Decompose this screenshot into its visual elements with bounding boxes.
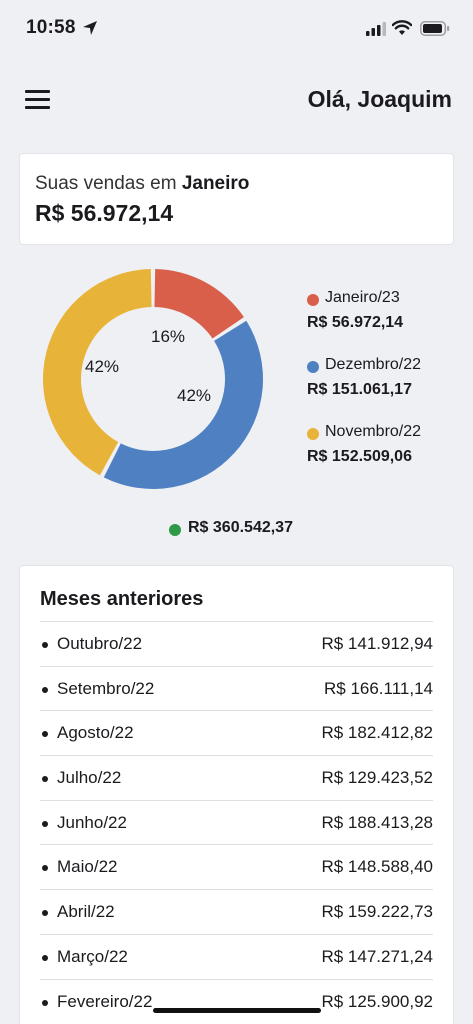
previous-months-list: Outubro/22 R$ 141.912,94 Setembro/22 R$ 166… (40, 621, 433, 1023)
month-value: R$ 188.413,28 (321, 812, 433, 832)
status-bar: 10:58 (0, 0, 473, 60)
legend-dot (307, 428, 319, 440)
legend-value: R$ 152.509,06 (307, 448, 412, 465)
month-row[interactable]: Fevereiro/22 R$ 125.900,92 (40, 978, 433, 1024)
sales-caption-month: Janeiro (181, 173, 250, 194)
legend-label: Dezembro/22 (325, 356, 422, 373)
month-name: Junho/22 (57, 812, 127, 832)
month-row[interactable]: Março/22 R$ 147.271,24 (40, 933, 433, 979)
month-value: R$ 166.111,14 (323, 678, 433, 698)
home-indicator[interactable] (153, 1008, 321, 1013)
current-sales-card: Suas vendas em Janeiro R$ 56.972,14 (20, 154, 453, 244)
sales-caption-prefix: Suas vendas em (35, 173, 182, 194)
sales-total: R$ 56.972,14 (35, 200, 174, 226)
month-name: Fevereiro/22 (57, 991, 153, 1011)
bullet-icon (42, 910, 48, 917)
month-row[interactable]: Abril/22 R$ 159.222,73 (40, 889, 433, 934)
month-value: R$ 129.423,52 (321, 768, 433, 788)
greeting-title: Olá, Joaquim (307, 86, 452, 112)
bullet-icon (42, 686, 48, 693)
month-name: Agosto/22 (57, 723, 134, 743)
bullet-icon (42, 776, 48, 783)
month-value: R$ 182.412,82 (321, 723, 433, 743)
month-value: R$ 141.912,94 (321, 634, 433, 653)
signal-icon (366, 22, 386, 36)
month-name: Outubro/22 (57, 634, 143, 653)
legend-value: R$ 151.061,17 (307, 381, 412, 398)
slice-percent-label: 16% (151, 327, 185, 346)
month-row[interactable]: Julho/22 R$ 129.423,52 (40, 755, 433, 800)
month-value: R$ 125.900,92 (321, 991, 433, 1011)
sales-caption: Suas vendas em Janeiro (35, 173, 249, 195)
bullet-icon (42, 999, 48, 1006)
month-name: Março/22 (57, 946, 128, 966)
total-value: R$ 360.542,37 (188, 519, 293, 536)
previous-months-card: Meses anteriores Outubro/22 R$ 141.912,94… (20, 566, 453, 1024)
sales-donut-chart: 16% 42% 42% (43, 269, 263, 489)
total-dot (169, 524, 181, 536)
legend-dot (307, 361, 319, 373)
bullet-icon (42, 731, 48, 738)
bullet-icon (42, 642, 48, 648)
month-value: R$ 147.271,24 (321, 946, 433, 966)
hamburger-menu-icon[interactable] (25, 89, 51, 111)
month-row[interactable]: Agosto/22 R$ 182.412,82 (40, 710, 433, 755)
legend-dot (307, 294, 319, 306)
month-row[interactable]: Setembro/22 R$ 166.111,14 (40, 665, 433, 711)
legend-label: Novembro/22 (325, 423, 422, 440)
wifi-icon (392, 20, 412, 35)
bullet-icon (42, 954, 48, 961)
month-name: Maio/22 (57, 857, 118, 877)
month-row[interactable]: Maio/22 R$ 148.588,40 (40, 844, 433, 889)
month-name: Abril/22 (57, 902, 115, 922)
month-row[interactable]: Junho/22 R$ 188.413,28 (40, 799, 433, 845)
slice-percent-label: 42% (85, 357, 119, 376)
legend-label: Janeiro/23 (325, 289, 400, 306)
month-value: R$ 159.222,73 (321, 902, 433, 922)
month-row[interactable]: Outubro/22 R$ 141.912,94 (40, 621, 433, 666)
previous-months-title: Meses anteriores (40, 588, 204, 610)
month-name: Julho/22 (57, 768, 122, 788)
month-name: Setembro/22 (57, 678, 155, 698)
bullet-icon (42, 820, 48, 827)
status-time: 10:58 (26, 17, 76, 38)
bullet-icon (42, 865, 48, 872)
legend-value: R$ 56.972,14 (307, 314, 404, 331)
slice-percent-label: 42% (177, 386, 211, 405)
battery-icon (420, 21, 450, 36)
month-value: R$ 148.588,40 (321, 857, 433, 877)
location-arrow-icon (83, 21, 97, 35)
